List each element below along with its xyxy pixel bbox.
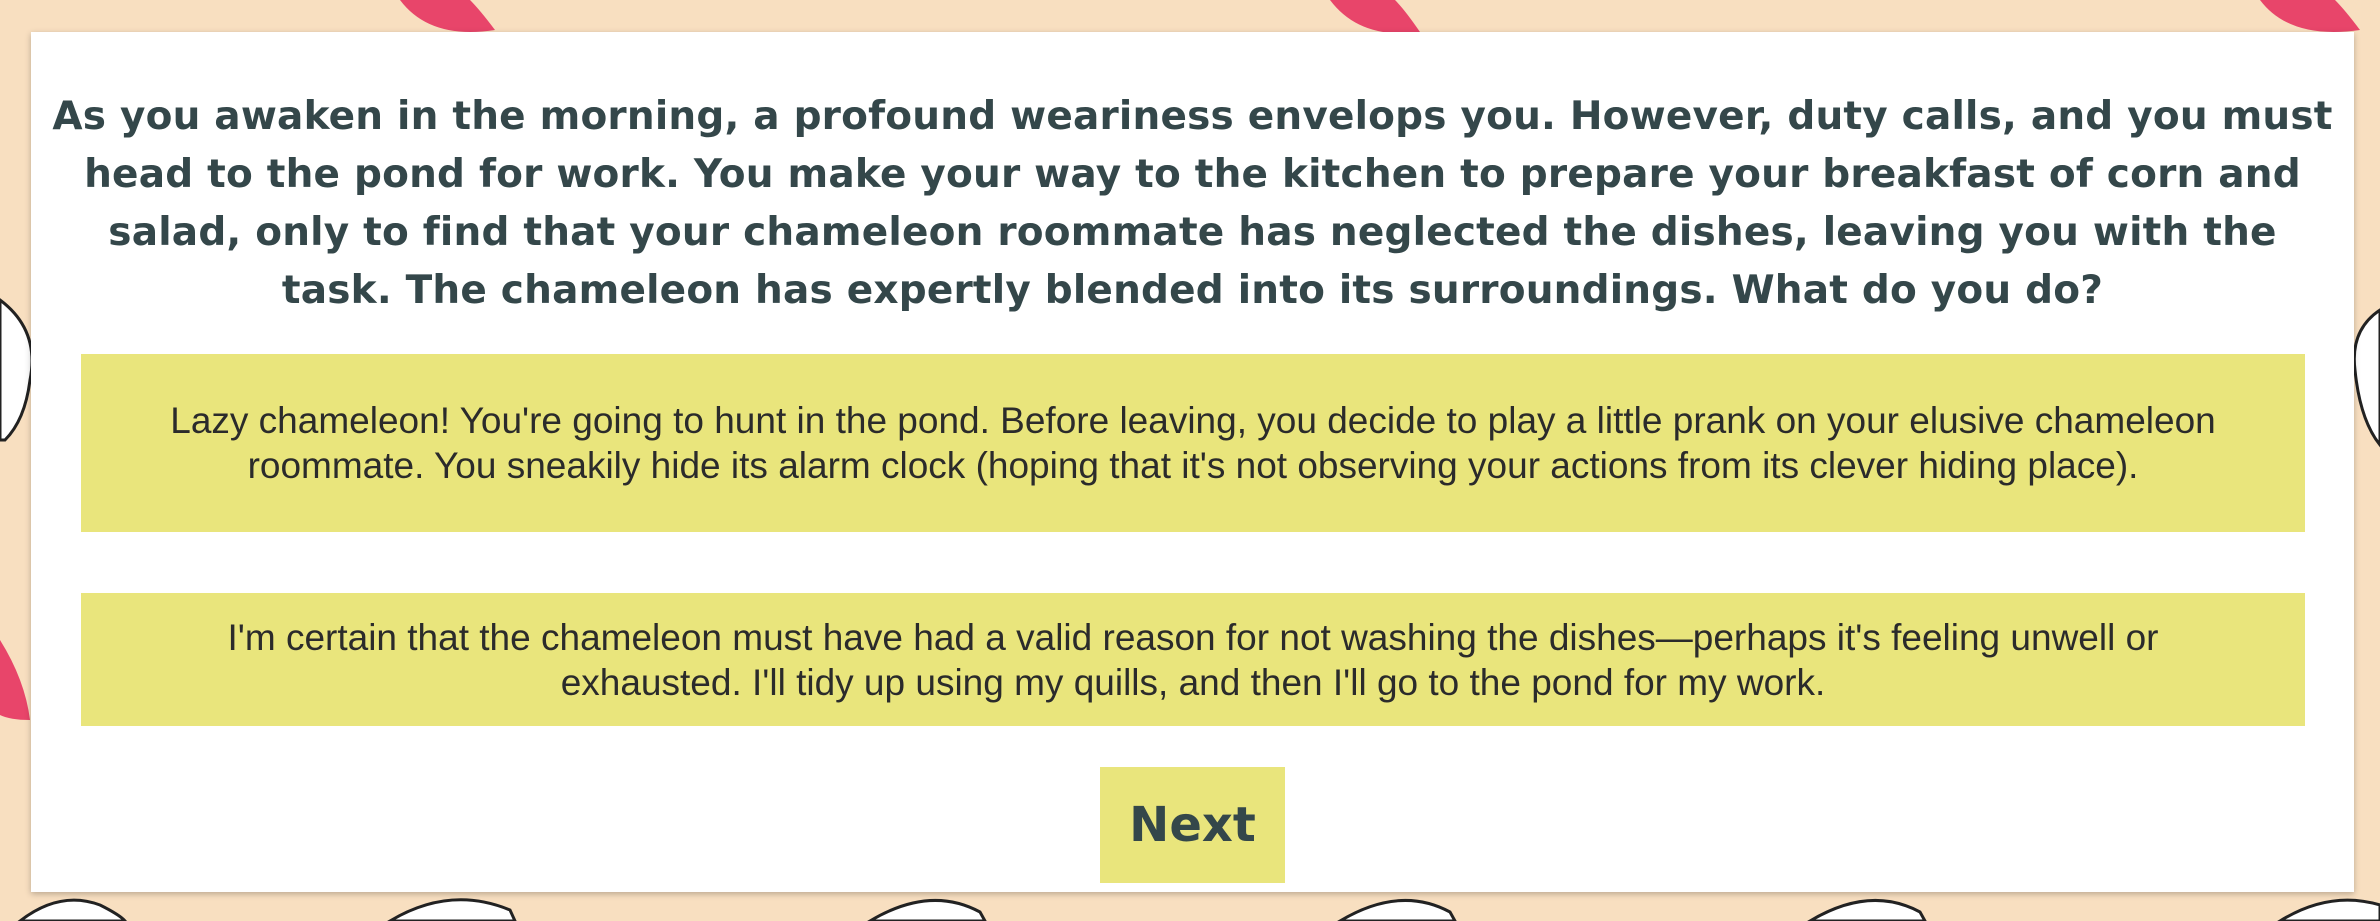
pink-petal-icon [2260,0,2360,32]
next-button[interactable]: Next [1100,767,1285,883]
white-feather-icon [2352,308,2380,448]
choice-option-prank[interactable]: Lazy chameleon! You're going to hunt in … [81,354,2305,532]
white-feather-icon [0,298,34,442]
choice-option-label: Lazy chameleon! You're going to hunt in … [170,400,2216,486]
pink-petal-icon [400,0,495,32]
story-question: As you awaken in the morning, a profound… [52,94,2333,313]
pink-petal-icon [0,640,30,720]
choice-option-label: I'm certain that the chameleon must have… [227,616,2159,703]
pink-petal-icon [1330,0,1420,34]
choice-option-tidy-up[interactable]: I'm certain that the chameleon must have… [81,593,2305,726]
story-card: As you awaken in the morning, a profound… [31,32,2354,892]
white-feather-icon [17,898,2380,921]
